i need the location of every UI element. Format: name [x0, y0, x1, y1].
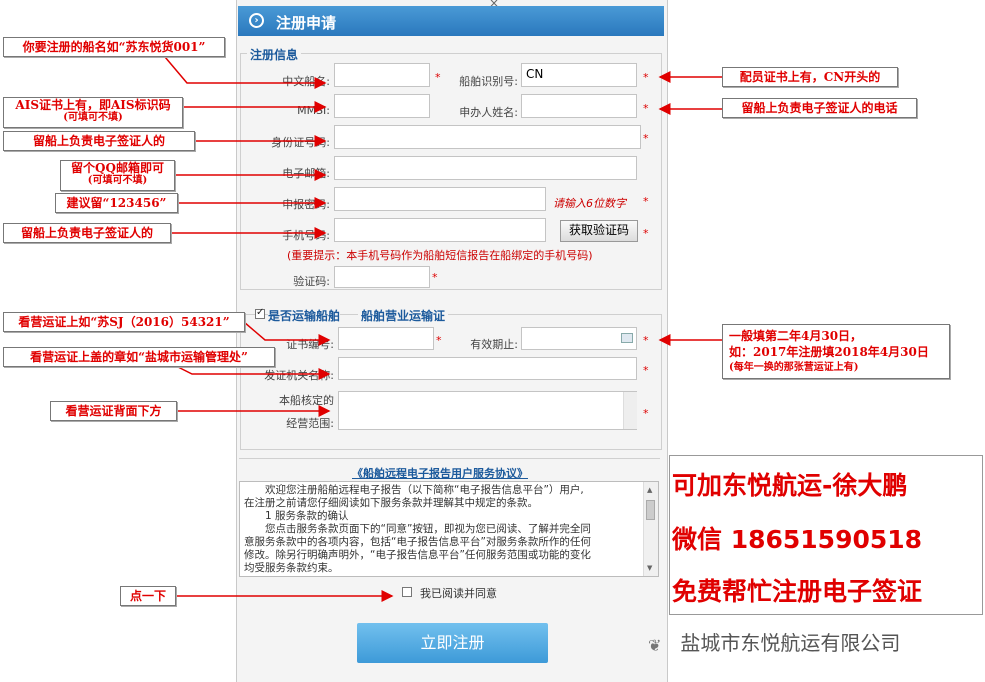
note-ship-id: 配员证书上有，CN开头的: [722, 67, 898, 87]
note-valid: 一般填第二年4月30日， 如：2017年注册填2018年4月30日 (每年一换的…: [722, 324, 950, 379]
note-cert-no: 看营运证上如“苏SJ（2016）54321”: [3, 312, 245, 332]
note-pwd: 建议留“123456”: [55, 193, 178, 213]
note-email-text: 留个QQ邮箱即可: [71, 161, 164, 175]
note-applicant: 留船上负责电子签证人的电话: [722, 98, 917, 118]
note-phone: 留船上负责电子签证人的: [3, 223, 171, 243]
note-mmsi-sub: (可填可不填): [63, 112, 123, 124]
note-agree: 点一下: [120, 586, 176, 606]
note-email: 留个QQ邮箱即可 (可填可不填): [60, 160, 175, 191]
note-valid-sub: (每年一换的那张营运证上有): [729, 362, 859, 373]
note-valid-line1: 一般填第二年4月30日，: [729, 329, 863, 343]
promo-line-2: 微信 18651590518: [672, 525, 923, 554]
watermark-text: 盐城市东悦航运有限公司: [680, 631, 901, 655]
note-valid-line2: 如：2017年注册填2018年4月30日: [729, 345, 929, 359]
watermark: ❦ 盐城市东悦航运有限公司: [648, 627, 900, 656]
promo-line-1: 可加东悦航运-徐大鹏: [672, 471, 908, 500]
note-mmsi-text: AIS证书上有，即AIS标识码: [15, 98, 171, 112]
note-scope: 看营运证背面下方: [50, 401, 177, 421]
promo-box: 可加东悦航运-徐大鹏 微信 18651590518 免费帮忙注册电子签证: [669, 455, 983, 615]
note-mmsi: AIS证书上有，即AIS标识码 (可填可不填): [3, 97, 183, 128]
note-id: 留船上负责电子签证人的: [3, 131, 195, 151]
promo-line-3: 免费帮忙注册电子签证: [672, 577, 923, 606]
note-ship-name: 你要注册的船名如“苏东悦货001”: [3, 37, 225, 57]
note-issuer: 看营运证上盖的章如“盐城市运输管理处”: [3, 347, 275, 367]
note-email-sub: (可填可不填): [87, 175, 148, 187]
wechat-icon: ❦: [648, 635, 662, 655]
